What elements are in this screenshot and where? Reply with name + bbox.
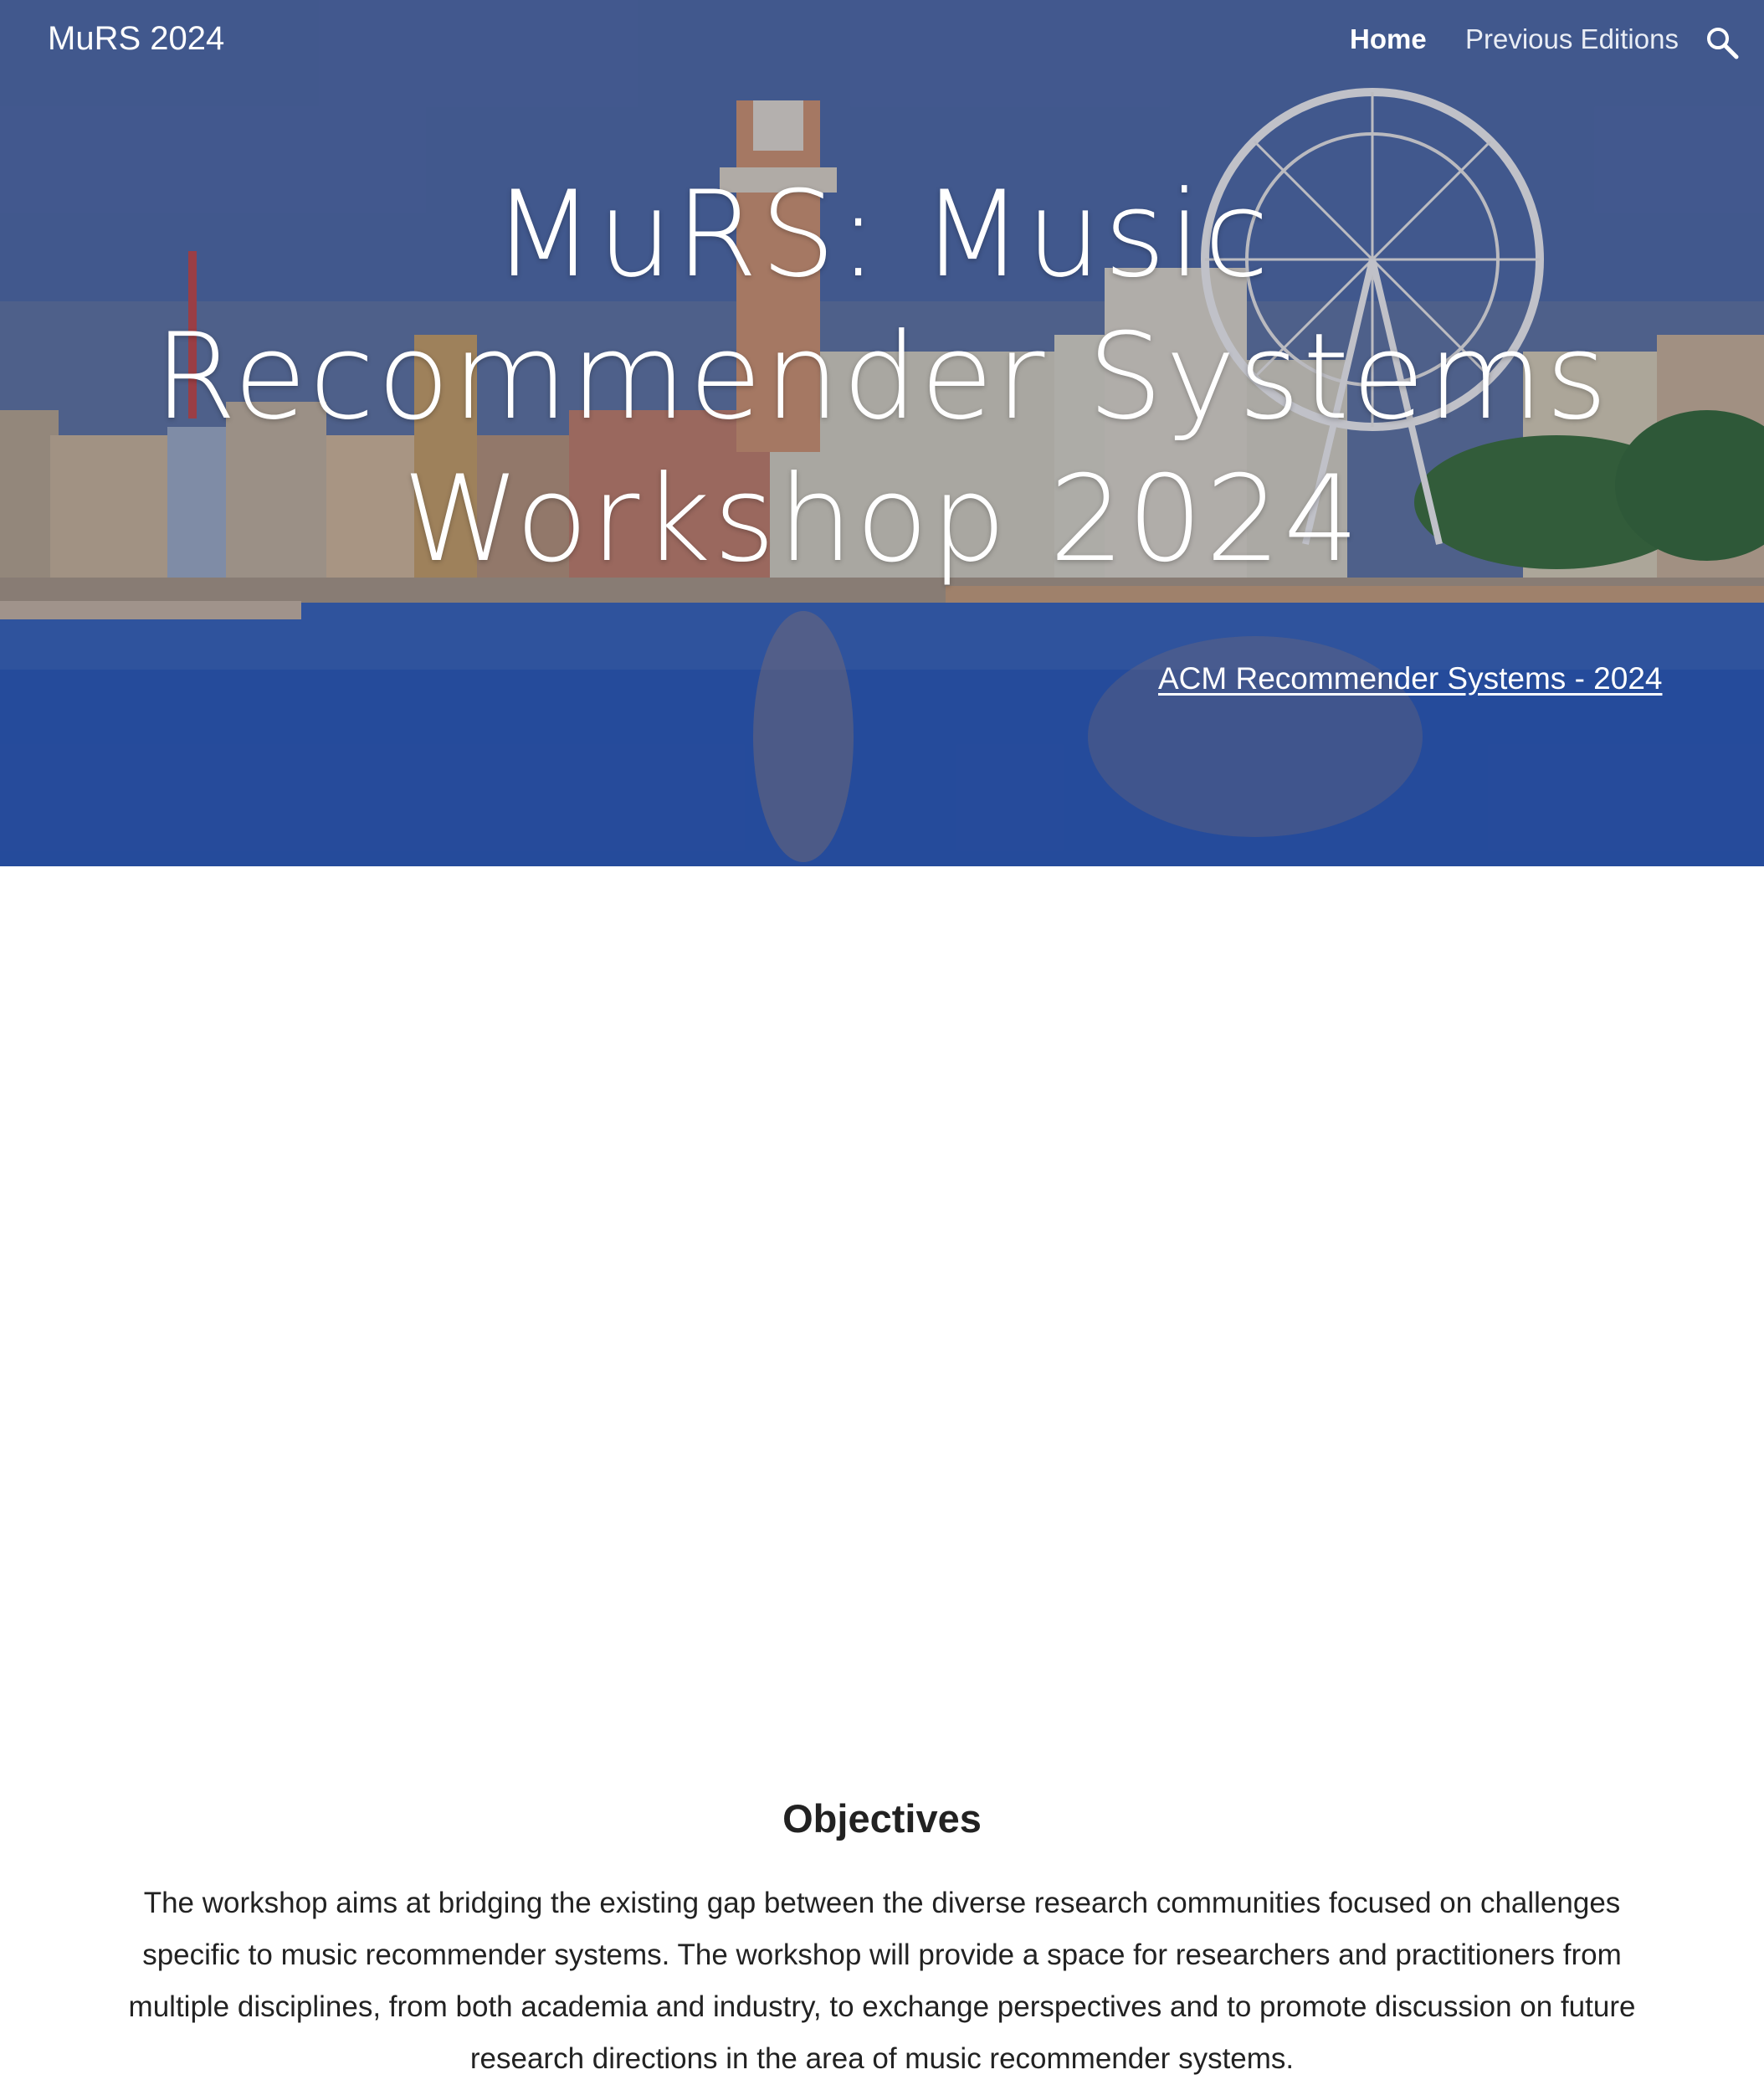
top-navigation: MuRS 2024 Home Previous Editions [0,0,1764,87]
hero-title: MuRS: Music Recommender Systems Workshop… [129,164,1635,591]
nav-item-previous-editions[interactable]: Previous Editions [1465,23,1679,55]
hero-title-line: Recommender Systems [153,308,1611,446]
search-icon [1707,28,1739,59]
objectives-paragraph: The workshop aims at bridging the existi… [128,1887,1636,2075]
hero-title-line: Workshop 2024 [402,450,1362,588]
acm-recsys-link[interactable]: ACM Recommender Systems - 2024 [1158,661,1662,696]
search-button[interactable] [1705,25,1741,62]
nav-item-home[interactable]: Home [1350,23,1427,55]
hero-title-line: MuRS: Music [492,166,1272,304]
hero-banner: MuRS 2024 Home Previous Editions MuRS: M… [0,0,1764,866]
site-brand[interactable]: MuRS 2024 [48,20,224,58]
section-heading-objectives: Objectives [782,1796,982,1841]
